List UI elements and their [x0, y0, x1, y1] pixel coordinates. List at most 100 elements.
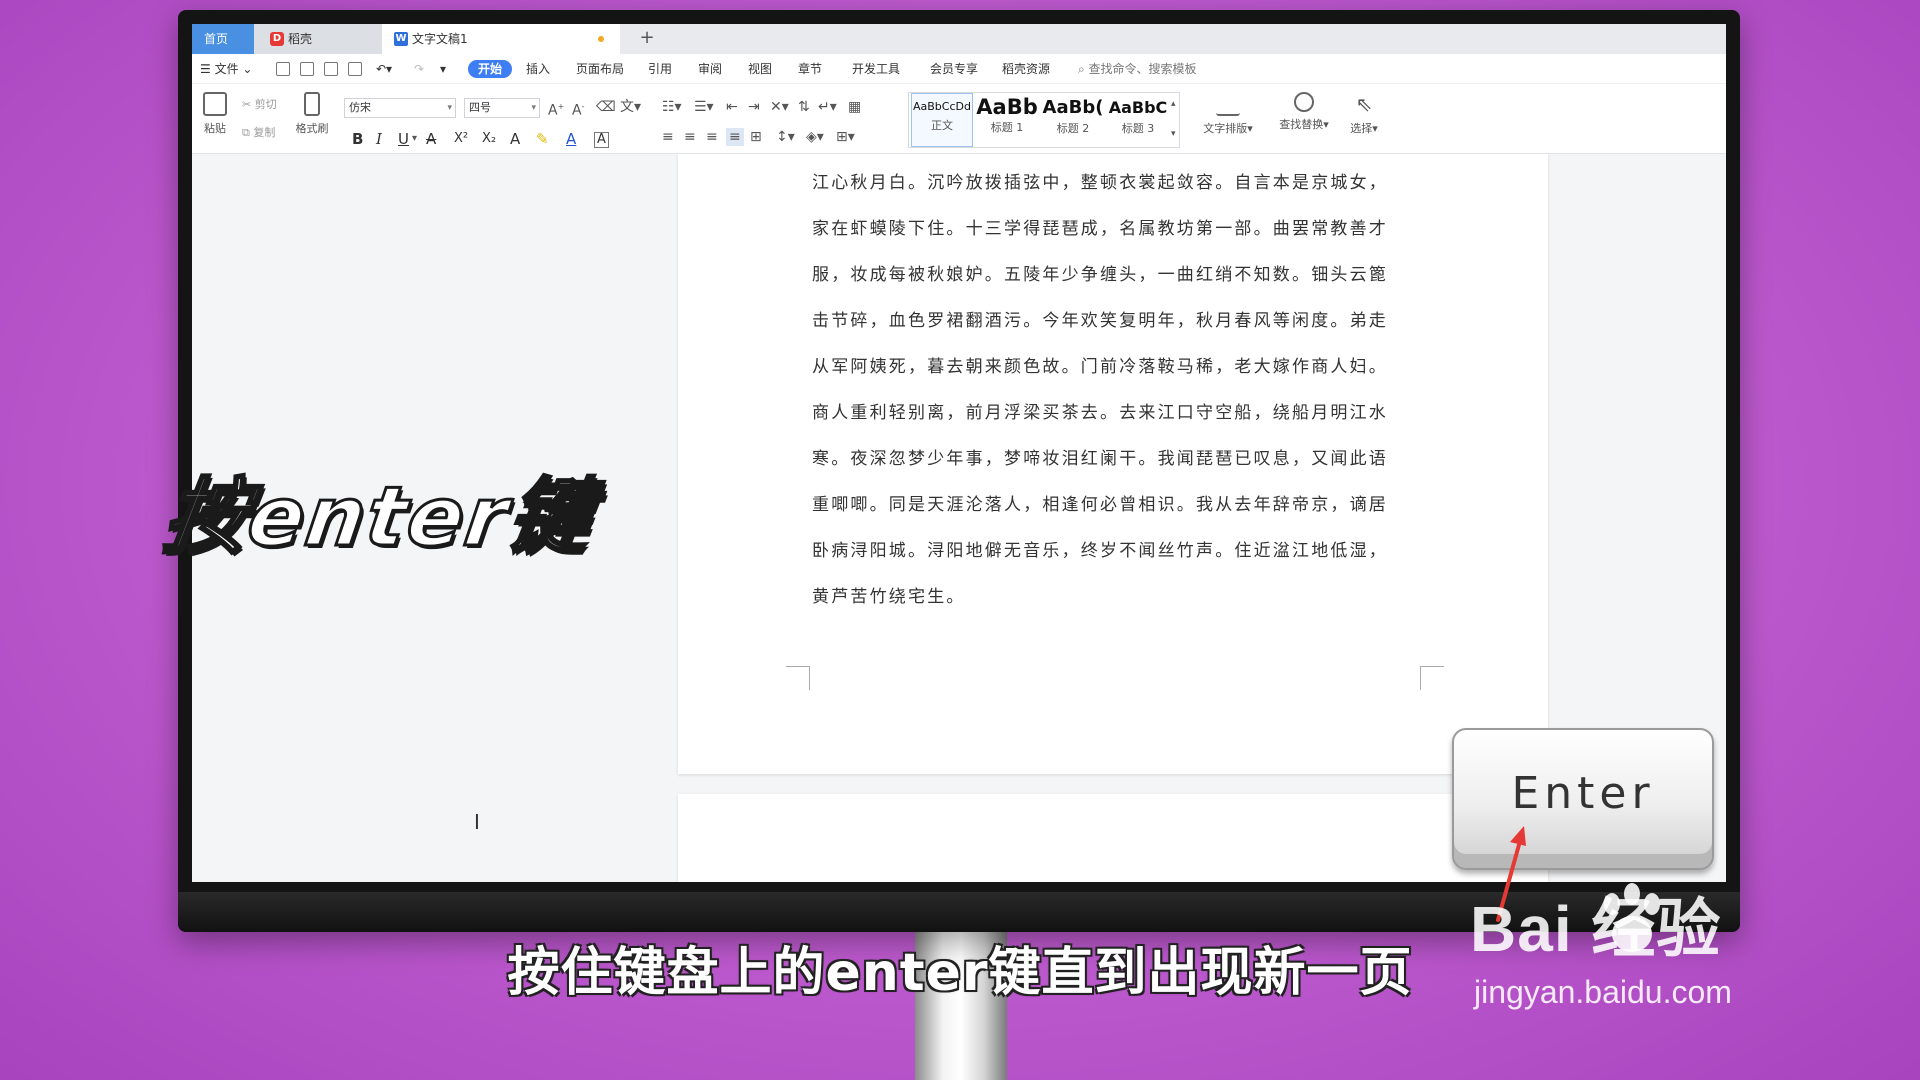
bold-button[interactable]: B [352, 130, 363, 148]
font-size-select[interactable]: 四号 [464, 98, 540, 118]
sort-icon[interactable]: ⇅ [798, 98, 810, 116]
document-body-text[interactable]: 江心秋月白。沉吟放拨插弦中，整顿衣裳起敛容。自言本是京城女， 家在虾蟆陵下住。十… [812, 160, 1424, 620]
text-layout-label: 文字排版 [1203, 122, 1248, 135]
italic-button[interactable]: I [376, 130, 382, 148]
menu-bar: ☰ 文件 ⌄ ↶▾ ↷ ▾ 开始 插入 页面布局 引用 审阅 视图 章节 开发工… [192, 54, 1726, 84]
menu-tab-review[interactable]: 审阅 [698, 54, 722, 84]
line-spacing-icon[interactable]: ↕▾ [776, 128, 795, 146]
text-layout-button[interactable]: 文字排版▾ [1198, 92, 1258, 136]
paste-label: 粘贴 [204, 122, 226, 135]
text-line: 击节碎，血色罗裙翻酒污。今年欢笑复明年，秋月春风等闲度。弟走 [812, 311, 1388, 331]
quick-access-dropdown-icon[interactable]: ▾ [440, 54, 446, 84]
decrease-indent-icon[interactable]: ⇤ [726, 98, 738, 116]
save-icon[interactable] [276, 62, 290, 76]
style-scroll-down-icon[interactable]: ▾ [1171, 125, 1176, 143]
new-tab-button[interactable]: + [632, 24, 662, 54]
justify-icon[interactable]: ≡ [726, 128, 744, 146]
table-grid-icon[interactable]: ▦ [848, 98, 861, 116]
clear-format-icon[interactable]: ⌫ [596, 98, 616, 116]
unsaved-dot-icon [598, 36, 604, 42]
menu-tab-start[interactable]: 开始 [468, 60, 513, 78]
style-heading-3-name: 标题 3 [1121, 122, 1155, 135]
align-center-icon[interactable]: ≡ [684, 128, 696, 146]
find-replace-button[interactable]: 查找替换▾ [1272, 92, 1336, 132]
font-color-icon[interactable]: A [566, 130, 576, 148]
strikethrough-icon[interactable]: A [426, 130, 436, 148]
format-painter-button[interactable]: 格式刷 [292, 92, 332, 136]
underline-button[interactable]: U [398, 130, 409, 148]
file-menu[interactable]: ☰ 文件 ⌄ [200, 54, 252, 84]
cut-button[interactable]: ✂ 剪切 [242, 96, 277, 112]
command-search[interactable]: ⌕ 查找命令、搜索模板 [1078, 54, 1197, 84]
menu-tab-insert[interactable]: 插入 [526, 54, 550, 84]
text-line: 卧病浔阳城。浔阳地僻无音乐，终岁不闻丝竹声。住近湓江地低湿， [812, 541, 1388, 561]
highlight-icon[interactable]: ✎ [536, 130, 549, 148]
superscript-button[interactable]: X² [454, 130, 468, 148]
menu-tab-references[interactable]: 引用 [648, 54, 672, 84]
style-heading-1[interactable]: AaBb 标题 1 [975, 93, 1039, 147]
chinese-layout-icon[interactable]: ✕▾ [770, 98, 789, 116]
style-normal-preview: AaBbCcDd [913, 100, 971, 113]
menu-tab-view[interactable]: 视图 [748, 54, 772, 84]
underline-dropdown-icon[interactable]: ▾ [412, 130, 417, 148]
document-page-1[interactable]: 江心秋月白。沉吟放拨插弦中，整顿衣裳起敛容。自言本是京城女， 家在虾蟆陵下住。十… [678, 154, 1548, 774]
print-icon[interactable] [324, 62, 338, 76]
style-heading-2[interactable]: AaBb( 标题 2 [1041, 93, 1105, 147]
tab-straw[interactable]: D 稻壳 [254, 24, 382, 54]
file-menu-label: 文件 [214, 62, 239, 76]
page-margin-corner-left [786, 666, 810, 690]
show-marks-icon[interactable]: ↵▾ [818, 98, 837, 116]
clipboard-icon [203, 92, 227, 116]
watermark-brand: Bai 经验 [1470, 893, 1722, 965]
text-line: 寒。夜深忽梦少年事，梦啼妆泪红阑干。我闻琵琶已叹息，又闻此语 [812, 449, 1388, 469]
menu-tab-member[interactable]: 会员专享 [930, 54, 978, 84]
tab-home[interactable]: 首页 [192, 24, 254, 54]
shading-icon[interactable]: ◈▾ [806, 128, 824, 146]
align-right-icon[interactable]: ≡ [706, 128, 718, 146]
tab-document[interactable]: W 文字文稿1 [382, 24, 620, 54]
numbered-list-icon[interactable]: ☰▾ [694, 98, 714, 116]
redo-icon[interactable]: ↷ [414, 54, 424, 84]
decrease-font-icon[interactable]: A- [572, 98, 584, 120]
char-border-icon[interactable]: A [594, 132, 609, 148]
increase-indent-icon[interactable]: ⇥ [748, 98, 760, 116]
cut-label: 剪切 [254, 98, 277, 111]
scissors-icon: ✂ [242, 98, 255, 111]
undo-icon[interactable]: ↶▾ [376, 54, 392, 84]
watermark-url: jingyan.baidu.com [1474, 974, 1732, 1010]
hamburger-icon: ☰ [200, 62, 215, 76]
style-normal[interactable]: AaBbCcDd 正文 [911, 93, 973, 147]
style-heading-1-name: 标题 1 [990, 121, 1024, 134]
text-line: 重唧唧。同是天涯沦落人，相逢何必曾相识。我从去年辞帝京，谪居 [812, 495, 1388, 515]
tab-bar: 首页 D 稻壳 W 文字文稿1 + [192, 24, 1726, 54]
font-family-select[interactable]: 仿宋 [344, 98, 456, 118]
select-button[interactable]: ⇖ 选择▾ [1344, 92, 1384, 136]
style-gallery: AaBbCcDd 正文 AaBb 标题 1 AaBb( 标题 2 AaBbC 标… [908, 92, 1180, 148]
print-preview-icon[interactable] [348, 62, 362, 76]
left-caption: 按enter键 [157, 469, 601, 567]
chevron-down-icon: ▾ [1323, 118, 1329, 131]
style-scroll-up-icon[interactable]: ▴ [1171, 95, 1176, 113]
paste-button[interactable]: 粘贴 [198, 92, 232, 136]
cursor-arrow-icon: ⇖ [1355, 92, 1373, 116]
menu-tab-developer[interactable]: 开发工具 [852, 54, 900, 84]
copy-button[interactable]: ⧉ 复制 [242, 124, 275, 140]
increase-font-icon[interactable]: A+ [548, 98, 564, 120]
export-pdf-icon[interactable] [300, 62, 314, 76]
bullet-list-icon[interactable]: ☷▾ [662, 98, 682, 116]
menu-tab-straw-resources[interactable]: 稻壳资源 [1002, 54, 1050, 84]
align-left-icon[interactable]: ≡ [662, 128, 674, 146]
subscript-button[interactable]: X₂ [482, 130, 496, 148]
menu-tab-chapter[interactable]: 章节 [798, 54, 822, 84]
distributed-align-icon[interactable]: ⊞ [750, 128, 762, 146]
chevron-down-icon: ▾ [1247, 122, 1253, 135]
style-heading-3-preview: AaBbC [1108, 98, 1168, 117]
menu-tab-page-layout[interactable]: 页面布局 [576, 54, 624, 84]
phonetic-guide-icon[interactable]: 文▾ [620, 98, 641, 116]
text-cursor-icon: I [474, 810, 480, 834]
enter-key-illustration: Enter [1452, 728, 1714, 870]
style-heading-3[interactable]: AaBbC 标题 3 [1107, 93, 1169, 147]
text-effect-icon[interactable]: A [510, 130, 520, 148]
document-page-2[interactable] [678, 794, 1548, 882]
borders-icon[interactable]: ⊞▾ [836, 128, 855, 146]
